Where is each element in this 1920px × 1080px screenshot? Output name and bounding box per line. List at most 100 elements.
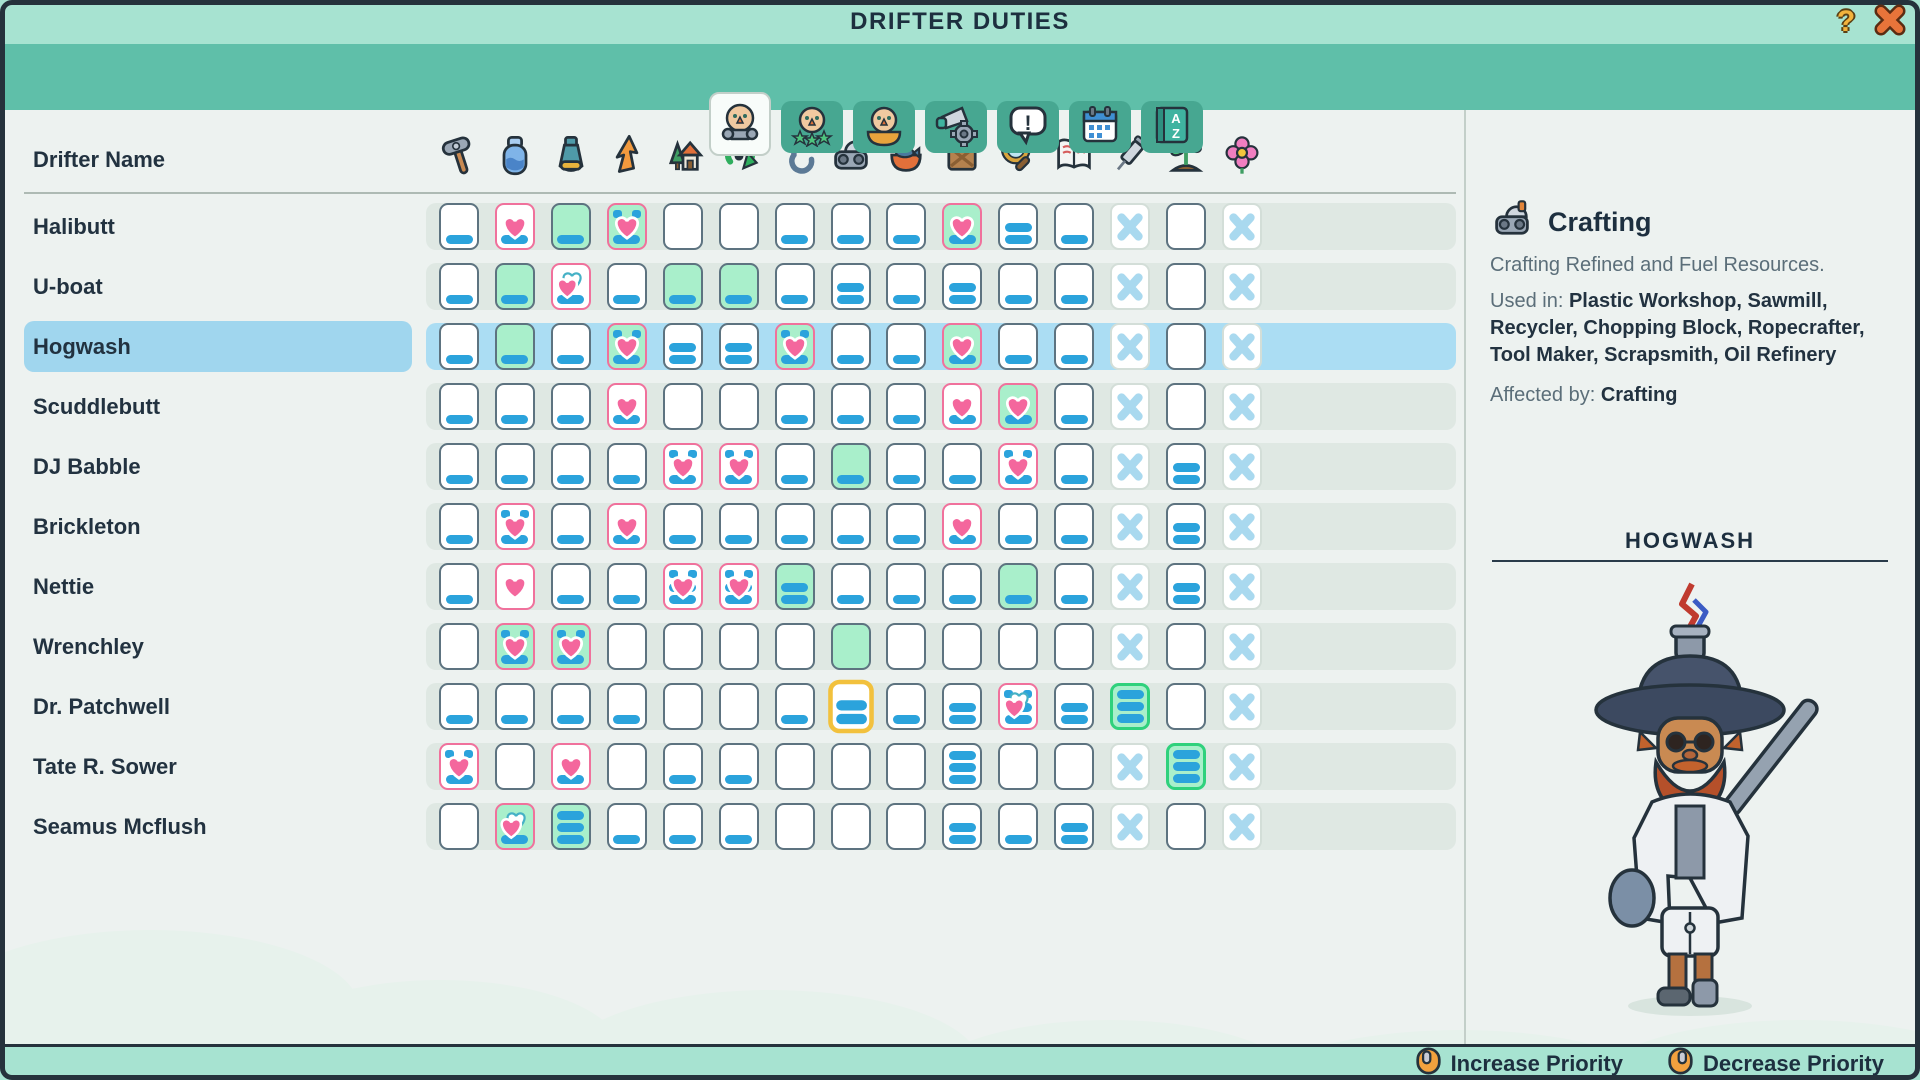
tab-glossary[interactable]: AZ bbox=[1141, 101, 1203, 153]
duty-cell-h1[interactable] bbox=[551, 743, 591, 790]
duty-cell-e[interactable] bbox=[1054, 623, 1094, 670]
duty-cell-d1[interactable] bbox=[1054, 443, 1094, 490]
duty-cell-x[interactable] bbox=[1222, 383, 1262, 430]
duty-cell-d1[interactable] bbox=[439, 683, 479, 730]
duty-cell-d1[interactable] bbox=[775, 383, 815, 430]
duty-cell-x[interactable] bbox=[1222, 203, 1262, 250]
duty-cell-e[interactable] bbox=[1054, 743, 1094, 790]
close-button[interactable] bbox=[1872, 5, 1908, 39]
duty-cell-x[interactable] bbox=[1222, 623, 1262, 670]
duty-cell-e[interactable] bbox=[942, 623, 982, 670]
duty-cell-e[interactable] bbox=[607, 743, 647, 790]
duty-cell-x[interactable] bbox=[1222, 503, 1262, 550]
duty-cell-d1[interactable] bbox=[607, 443, 647, 490]
duty-cell-d2[interactable] bbox=[1166, 443, 1206, 490]
duty-cell-d2[interactable] bbox=[942, 263, 982, 310]
duty-cell-d1[interactable] bbox=[831, 503, 871, 550]
duty-cell-d2[interactable] bbox=[942, 803, 982, 850]
duty-cell-d1[interactable] bbox=[495, 443, 535, 490]
duty-cell-x[interactable] bbox=[1110, 563, 1150, 610]
duty-cell-g0[interactable] bbox=[831, 623, 871, 670]
duty-cell-h1[interactable] bbox=[942, 503, 982, 550]
duty-cell-d1[interactable] bbox=[1054, 203, 1094, 250]
duty-cell-e[interactable] bbox=[663, 383, 703, 430]
duty-cell-g1[interactable] bbox=[719, 263, 759, 310]
duty-cell-d1[interactable] bbox=[551, 683, 591, 730]
duty-cell-d2[interactable] bbox=[828, 680, 874, 734]
duty-column-flowers[interactable] bbox=[1220, 133, 1264, 177]
drifter-row-name[interactable]: Seamus Mcflush bbox=[33, 803, 207, 850]
duty-cell-x[interactable] bbox=[1110, 323, 1150, 370]
duty-cell-g1[interactable] bbox=[998, 563, 1038, 610]
duty-cell-d1[interactable] bbox=[1054, 563, 1094, 610]
drifter-row-name[interactable]: Dr. Patchwell bbox=[33, 683, 170, 730]
tab-crafting[interactable] bbox=[925, 101, 987, 153]
duty-cell-hb2[interactable] bbox=[719, 563, 759, 610]
duty-cell-hb1[interactable] bbox=[439, 743, 479, 790]
duty-cell-e[interactable] bbox=[775, 743, 815, 790]
duty-cell-hh1[interactable] bbox=[551, 263, 591, 310]
duty-cell-d1[interactable] bbox=[886, 203, 926, 250]
duty-cell-d1[interactable] bbox=[886, 683, 926, 730]
drifter-row-name[interactable]: Hogwash bbox=[33, 323, 131, 370]
duty-cell-d1[interactable] bbox=[663, 743, 703, 790]
duty-cell-d1[interactable] bbox=[775, 503, 815, 550]
duty-cell-x[interactable] bbox=[1110, 203, 1150, 250]
duty-column-town[interactable] bbox=[661, 133, 705, 177]
duty-cell-e[interactable] bbox=[886, 623, 926, 670]
duty-cell-d1[interactable] bbox=[886, 383, 926, 430]
tab-crew[interactable] bbox=[781, 101, 843, 153]
duty-cell-g1[interactable] bbox=[831, 443, 871, 490]
duty-cell-e[interactable] bbox=[1166, 383, 1206, 430]
drifter-row-name[interactable]: U-boat bbox=[33, 263, 103, 310]
duty-cell-e[interactable] bbox=[719, 683, 759, 730]
duty-cell-d3[interactable] bbox=[942, 743, 982, 790]
duty-cell-d1[interactable] bbox=[831, 563, 871, 610]
duty-cell-d1[interactable] bbox=[886, 563, 926, 610]
duty-cell-hg2[interactable] bbox=[495, 623, 535, 670]
duty-cell-d2[interactable] bbox=[942, 683, 982, 730]
duty-cell-x[interactable] bbox=[1222, 563, 1262, 610]
tab-duties[interactable] bbox=[709, 92, 771, 156]
duty-cell-d1[interactable] bbox=[942, 443, 982, 490]
duty-cell-d1[interactable] bbox=[607, 563, 647, 610]
duty-cell-x[interactable] bbox=[1110, 623, 1150, 670]
duty-cell-hg2[interactable] bbox=[607, 323, 647, 370]
duty-cell-e[interactable] bbox=[719, 383, 759, 430]
duty-cell-h1[interactable] bbox=[495, 203, 535, 250]
duty-cell-hb1[interactable] bbox=[719, 443, 759, 490]
duty-cell-hb1[interactable] bbox=[495, 503, 535, 550]
duty-cell-d1[interactable] bbox=[719, 743, 759, 790]
duty-cell-g1[interactable] bbox=[551, 203, 591, 250]
duty-cell-e[interactable] bbox=[775, 803, 815, 850]
duty-cell-d1[interactable] bbox=[831, 383, 871, 430]
duty-cell-g3[interactable] bbox=[1110, 683, 1150, 730]
duty-cell-e[interactable] bbox=[1166, 323, 1206, 370]
duty-cell-x[interactable] bbox=[1110, 383, 1150, 430]
duty-cell-hb1[interactable] bbox=[663, 443, 703, 490]
duty-cell-d1[interactable] bbox=[998, 323, 1038, 370]
duty-cell-d1[interactable] bbox=[439, 203, 479, 250]
duty-cell-g1[interactable] bbox=[495, 323, 535, 370]
duty-cell-hg2[interactable] bbox=[551, 623, 591, 670]
drifter-row-name[interactable]: Tate R. Sower bbox=[33, 743, 177, 790]
duty-cell-d1[interactable] bbox=[942, 563, 982, 610]
duty-cell-e[interactable] bbox=[831, 743, 871, 790]
duty-cell-x[interactable] bbox=[1110, 743, 1150, 790]
duty-cell-x[interactable] bbox=[1110, 803, 1150, 850]
duty-cell-d1[interactable] bbox=[551, 503, 591, 550]
duty-cell-e[interactable] bbox=[998, 623, 1038, 670]
duty-cell-e[interactable] bbox=[886, 803, 926, 850]
duty-cell-e[interactable] bbox=[1166, 803, 1206, 850]
duty-cell-d1[interactable] bbox=[551, 563, 591, 610]
duty-cell-d1[interactable] bbox=[551, 443, 591, 490]
help-button[interactable]: ? bbox=[1828, 5, 1864, 39]
duty-column-fueling[interactable] bbox=[605, 133, 649, 177]
duty-cell-e[interactable] bbox=[663, 623, 703, 670]
duty-cell-d2[interactable] bbox=[1054, 683, 1094, 730]
duty-cell-hg2[interactable] bbox=[607, 203, 647, 250]
duty-cell-e[interactable] bbox=[1166, 683, 1206, 730]
duty-cell-hb1[interactable] bbox=[998, 443, 1038, 490]
duty-cell-d1[interactable] bbox=[998, 263, 1038, 310]
duty-cell-e[interactable] bbox=[719, 623, 759, 670]
